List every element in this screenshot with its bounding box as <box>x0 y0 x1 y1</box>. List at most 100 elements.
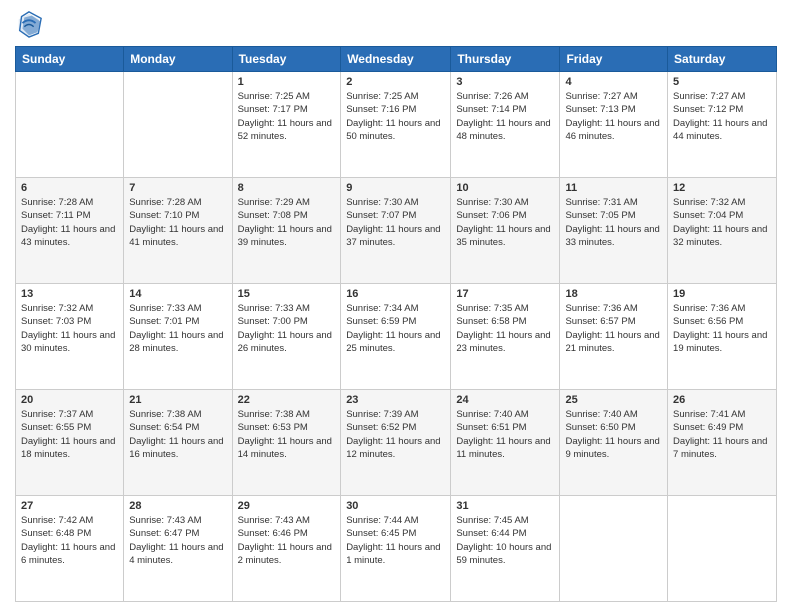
calendar-cell <box>560 496 668 602</box>
calendar-page: SundayMondayTuesdayWednesdayThursdayFrid… <box>0 0 792 612</box>
day-number: 6 <box>21 182 118 194</box>
calendar-cell: 2 Sunrise: 7:25 AM Sunset: 7:16 PM Daylig… <box>341 72 451 178</box>
weekday-header-thursday: Thursday <box>451 47 560 72</box>
calendar-cell: 9Sunrise: 7:30 AM Sunset: 7:07 PM Daylig… <box>341 178 451 284</box>
calendar-cell: 8 Sunrise: 7:29 AM Sunset: 7:08 PM Daylig… <box>232 178 341 284</box>
day-number: 4 <box>565 76 662 88</box>
calendar-cell: 29 Sunrise: 7:43 AM Sunset: 6:46 PM Dayli… <box>232 496 341 602</box>
logo <box>15 10 47 38</box>
day-number: 15 <box>238 288 336 300</box>
day-info: Sunrise: 7:43 AM Sunset: 6:47 PM Dayligh… <box>129 514 226 567</box>
calendar-week-row: 1 Sunrise: 7:25 AM Sunset: 7:17 PM Daylig… <box>16 72 777 178</box>
logo-icon <box>15 10 43 38</box>
weekday-header-row: SundayMondayTuesdayWednesdayThursdayFrid… <box>16 47 777 72</box>
day-number: 27 <box>21 500 118 512</box>
day-info: Sunrise: 7:29 AM Sunset: 7:08 PM Dayligh… <box>238 196 336 249</box>
calendar-week-row: 27 Sunrise: 7:42 AM Sunset: 6:48 PM Dayli… <box>16 496 777 602</box>
weekday-header-saturday: Saturday <box>668 47 777 72</box>
day-number: 12 <box>673 182 771 194</box>
day-info: Sunrise: 7:27 AM Sunset: 7:13 PM Dayligh… <box>565 90 662 143</box>
day-info: Sunrise: 7:32 AM Sunset: 7:03 PM Dayligh… <box>21 302 118 355</box>
day-info: Sunrise: 7:35 AM Sunset: 6:58 PM Dayligh… <box>456 302 554 355</box>
calendar-cell: 23 Sunrise: 7:39 AM Sunset: 6:52 PM Dayli… <box>341 390 451 496</box>
calendar-cell <box>124 72 232 178</box>
day-info: Sunrise: 7:45 AM Sunset: 6:44 PM Dayligh… <box>456 514 554 567</box>
day-info: Sunrise: 7:38 AM Sunset: 6:54 PM Dayligh… <box>129 408 226 461</box>
day-number: 8 <box>238 182 336 194</box>
calendar-cell: 14 Sunrise: 7:33 AM Sunset: 7:01 PM Dayli… <box>124 284 232 390</box>
day-info: Sunrise: 7:33 AM Sunset: 7:01 PM Dayligh… <box>129 302 226 355</box>
calendar-week-row: 13 Sunrise: 7:32 AM Sunset: 7:03 PM Dayli… <box>16 284 777 390</box>
day-number: 1 <box>238 76 336 88</box>
day-info: Sunrise: 7:36 AM Sunset: 6:57 PM Dayligh… <box>565 302 662 355</box>
day-number: 3 <box>456 76 554 88</box>
day-info: Sunrise: 7:38 AM Sunset: 6:53 PM Dayligh… <box>238 408 336 461</box>
weekday-header-sunday: Sunday <box>16 47 124 72</box>
weekday-header-friday: Friday <box>560 47 668 72</box>
day-info: Sunrise: 7:25 AM Sunset: 7:16 PM Dayligh… <box>346 90 445 143</box>
day-number: 19 <box>673 288 771 300</box>
calendar-cell: 11Sunrise: 7:31 AM Sunset: 7:05 PM Dayli… <box>560 178 668 284</box>
calendar-cell: 26Sunrise: 7:41 AM Sunset: 6:49 PM Dayli… <box>668 390 777 496</box>
calendar-cell: 27 Sunrise: 7:42 AM Sunset: 6:48 PM Dayli… <box>16 496 124 602</box>
day-info: Sunrise: 7:28 AM Sunset: 7:11 PM Dayligh… <box>21 196 118 249</box>
calendar-cell: 20 Sunrise: 7:37 AM Sunset: 6:55 PM Dayli… <box>16 390 124 496</box>
weekday-header-tuesday: Tuesday <box>232 47 341 72</box>
day-info: Sunrise: 7:31 AM Sunset: 7:05 PM Dayligh… <box>565 196 662 249</box>
day-info: Sunrise: 7:39 AM Sunset: 6:52 PM Dayligh… <box>346 408 445 461</box>
calendar-cell: 22 Sunrise: 7:38 AM Sunset: 6:53 PM Dayli… <box>232 390 341 496</box>
day-info: Sunrise: 7:40 AM Sunset: 6:51 PM Dayligh… <box>456 408 554 461</box>
calendar-cell <box>16 72 124 178</box>
calendar-week-row: 20 Sunrise: 7:37 AM Sunset: 6:55 PM Dayli… <box>16 390 777 496</box>
day-info: Sunrise: 7:28 AM Sunset: 7:10 PM Dayligh… <box>129 196 226 249</box>
day-number: 24 <box>456 394 554 406</box>
day-info: Sunrise: 7:37 AM Sunset: 6:55 PM Dayligh… <box>21 408 118 461</box>
day-number: 18 <box>565 288 662 300</box>
calendar-cell: 19 Sunrise: 7:36 AM Sunset: 6:56 PM Dayli… <box>668 284 777 390</box>
day-info: Sunrise: 7:36 AM Sunset: 6:56 PM Dayligh… <box>673 302 771 355</box>
day-info: Sunrise: 7:44 AM Sunset: 6:45 PM Dayligh… <box>346 514 445 567</box>
calendar-cell: 4 Sunrise: 7:27 AM Sunset: 7:13 PM Daylig… <box>560 72 668 178</box>
calendar-cell: 25 Sunrise: 7:40 AM Sunset: 6:50 PM Dayli… <box>560 390 668 496</box>
day-number: 25 <box>565 394 662 406</box>
weekday-header-monday: Monday <box>124 47 232 72</box>
calendar-cell: 1 Sunrise: 7:25 AM Sunset: 7:17 PM Daylig… <box>232 72 341 178</box>
weekday-header-wednesday: Wednesday <box>341 47 451 72</box>
day-number: 31 <box>456 500 554 512</box>
calendar-cell: 28 Sunrise: 7:43 AM Sunset: 6:47 PM Dayli… <box>124 496 232 602</box>
day-number: 5 <box>673 76 771 88</box>
calendar-cell: 10Sunrise: 7:30 AM Sunset: 7:06 PM Dayli… <box>451 178 560 284</box>
day-number: 22 <box>238 394 336 406</box>
day-info: Sunrise: 7:30 AM Sunset: 7:06 PM Dayligh… <box>456 196 554 249</box>
day-number: 16 <box>346 288 445 300</box>
calendar-cell: 18 Sunrise: 7:36 AM Sunset: 6:57 PM Dayli… <box>560 284 668 390</box>
day-number: 30 <box>346 500 445 512</box>
day-number: 23 <box>346 394 445 406</box>
calendar-cell: 5 Sunrise: 7:27 AM Sunset: 7:12 PM Daylig… <box>668 72 777 178</box>
calendar-cell: 13 Sunrise: 7:32 AM Sunset: 7:03 PM Dayli… <box>16 284 124 390</box>
calendar-cell: 6 Sunrise: 7:28 AM Sunset: 7:11 PM Daylig… <box>16 178 124 284</box>
calendar-cell: 16Sunrise: 7:34 AM Sunset: 6:59 PM Dayli… <box>341 284 451 390</box>
calendar-cell: 31 Sunrise: 7:45 AM Sunset: 6:44 PM Dayli… <box>451 496 560 602</box>
day-info: Sunrise: 7:42 AM Sunset: 6:48 PM Dayligh… <box>21 514 118 567</box>
calendar-cell <box>668 496 777 602</box>
calendar-table: SundayMondayTuesdayWednesdayThursdayFrid… <box>15 46 777 602</box>
day-number: 29 <box>238 500 336 512</box>
calendar-cell: 7Sunrise: 7:28 AM Sunset: 7:10 PM Daylig… <box>124 178 232 284</box>
day-number: 17 <box>456 288 554 300</box>
day-info: Sunrise: 7:25 AM Sunset: 7:17 PM Dayligh… <box>238 90 336 143</box>
day-number: 14 <box>129 288 226 300</box>
day-info: Sunrise: 7:40 AM Sunset: 6:50 PM Dayligh… <box>565 408 662 461</box>
day-info: Sunrise: 7:27 AM Sunset: 7:12 PM Dayligh… <box>673 90 771 143</box>
calendar-cell: 3Sunrise: 7:26 AM Sunset: 7:14 PM Daylig… <box>451 72 560 178</box>
calendar-cell: 24 Sunrise: 7:40 AM Sunset: 6:51 PM Dayli… <box>451 390 560 496</box>
day-number: 28 <box>129 500 226 512</box>
day-number: 9 <box>346 182 445 194</box>
day-number: 2 <box>346 76 445 88</box>
day-info: Sunrise: 7:32 AM Sunset: 7:04 PM Dayligh… <box>673 196 771 249</box>
day-info: Sunrise: 7:43 AM Sunset: 6:46 PM Dayligh… <box>238 514 336 567</box>
day-number: 20 <box>21 394 118 406</box>
calendar-cell: 12 Sunrise: 7:32 AM Sunset: 7:04 PM Dayli… <box>668 178 777 284</box>
day-number: 13 <box>21 288 118 300</box>
calendar-cell: 21Sunrise: 7:38 AM Sunset: 6:54 PM Dayli… <box>124 390 232 496</box>
